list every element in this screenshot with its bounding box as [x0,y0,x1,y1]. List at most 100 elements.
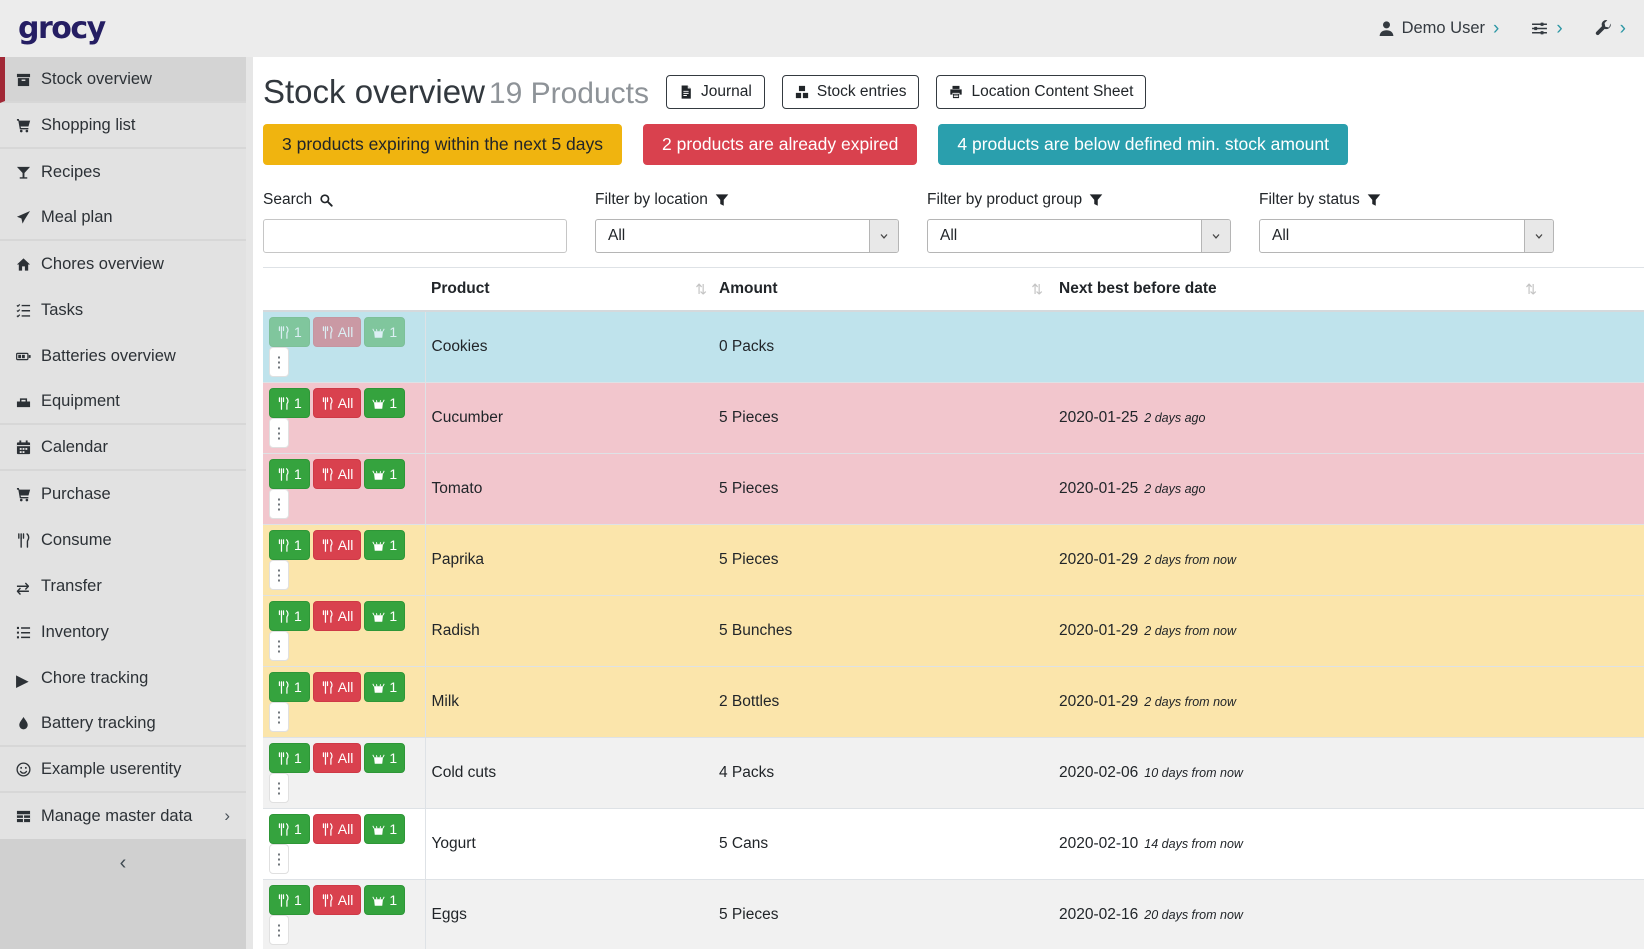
consume-all-button[interactable]: All [313,814,362,844]
row-menu-button[interactable]: ⋮ [269,773,289,803]
sidebar-item-battery-tracking[interactable]: Battery tracking [0,701,246,747]
product-amount: 5 Bunches [713,596,1053,667]
sidebar-item-example-userentity[interactable]: Example userentity [0,747,246,793]
consume-one-button[interactable]: 1 [269,743,310,773]
location-select[interactable]: All [595,219,899,253]
amount-column-header[interactable]: Amount⇅ [713,268,1053,312]
product-column-header[interactable]: Product⇅ [425,268,713,312]
due-relative: 2 days from now [1144,695,1236,709]
status-filter: Filter by status All [1259,191,1554,253]
row-menu-button[interactable]: ⋮ [269,702,289,732]
settings-menu[interactable]: › [1531,19,1562,38]
consume-one-button[interactable]: 1 [269,388,310,418]
sidebar-item-label: Stock overview [41,70,230,89]
chevron-right-icon: › [1620,19,1626,38]
chevron-right-icon: › [1493,19,1499,38]
product-row-milk: 1All1⋮Milk2 Bottles2020-01-292 days from… [263,667,1644,738]
consume-one-button[interactable]: 1 [269,814,310,844]
sidebar-item-calendar[interactable]: Calendar [0,425,246,471]
product-amount: 5 Pieces [713,454,1053,525]
product-name: Radish [425,596,713,667]
consume-one-button[interactable]: 1 [269,530,310,560]
consume-all-button[interactable]: All [313,743,362,773]
sidebar-item-shopping-list[interactable]: Shopping list [0,103,246,149]
journal-button[interactable]: Journal [666,75,765,109]
status-banner-2[interactable]: 4 products are below defined min. stock … [938,124,1348,165]
status-banner-1[interactable]: 2 products are already expired [643,124,917,165]
consume-one-button[interactable]: 1 [269,885,310,915]
grocy-logo[interactable]: grocy [18,11,105,46]
consume-one-button[interactable]: 1 [269,459,310,489]
file-icon [679,85,693,99]
chevron-left-icon: ‹ [120,852,127,874]
sidebar-item-meal-plan[interactable]: Meal plan [0,195,246,241]
consume-one-button[interactable]: 1 [269,601,310,631]
row-menu-button[interactable]: ⋮ [269,489,289,519]
sidebar-item-consume[interactable]: Consume [0,517,246,563]
product-amount: 5 Cans [713,809,1053,880]
mark-opened-button[interactable]: 1 [364,743,405,773]
sidebar-item-transfer[interactable]: ⇄Transfer [0,563,246,609]
row-menu-button[interactable]: ⋮ [269,347,289,377]
sidebar-item-inventory[interactable]: Inventory [0,609,246,655]
mark-opened-button[interactable]: 1 [364,885,405,915]
date-column-header[interactable]: Next best before date⇅ [1053,268,1644,312]
consume-all-button[interactable]: All [313,530,362,560]
admin-menu[interactable]: › [1595,19,1626,38]
consume-all-button[interactable]: All [313,459,362,489]
stock-entries-button[interactable]: Stock entries [782,75,920,109]
location-filter-label: Filter by location [595,191,899,209]
sidebar-item-recipes[interactable]: Recipes [0,149,246,195]
row-menu-button[interactable]: ⋮ [269,560,289,590]
product-row-radish: 1All1⋮Radish5 Bunches2020-01-292 days fr… [263,596,1644,667]
row-menu-button[interactable]: ⋮ [269,915,289,945]
user-menu[interactable]: Demo User › [1378,19,1500,38]
product-name: Cold cuts [425,738,713,809]
utensils-icon [321,610,334,623]
box-icon [16,72,31,87]
chevron-down-icon [1533,230,1545,242]
page-title: Stock overview19 Products [263,73,649,111]
cocktail-icon [16,165,31,180]
consume-one-button[interactable]: 1 [269,672,310,702]
sidebar-item-equipment[interactable]: Equipment [0,379,246,425]
sidebar-item-stock-overview[interactable]: Stock overview [0,57,246,103]
product-group-select[interactable]: All [927,219,1231,253]
due-relative: 2 days ago [1144,411,1205,425]
mark-opened-button[interactable]: 1 [364,530,405,560]
consume-all-button[interactable]: All [313,885,362,915]
sidebar-item-label: Equipment [41,392,230,411]
mark-opened-button[interactable]: 1 [364,317,405,347]
mark-opened-button[interactable]: 1 [364,388,405,418]
sidebar-item-purchase[interactable]: Purchase [0,471,246,517]
sidebar-item-label: Batteries overview [41,347,230,366]
search-input[interactable] [263,219,567,253]
mark-opened-button[interactable]: 1 [364,459,405,489]
status-banner-0[interactable]: 3 products expiring within the next 5 da… [263,124,622,165]
consume-all-button[interactable]: All [313,388,362,418]
consume-all-button[interactable]: All [313,601,362,631]
best-before-date: 2020-01-252 days ago [1053,383,1644,454]
sidebar-item-manage-master-data[interactable]: Manage master data› [0,793,246,839]
row-menu-button[interactable]: ⋮ [269,844,289,874]
status-select[interactable]: All [1259,219,1554,253]
location-content-sheet-button[interactable]: Location Content Sheet [936,75,1146,109]
consume-one-button[interactable]: 1 [269,317,310,347]
sidebar-item-batteries-overview[interactable]: Batteries overview [0,333,246,379]
row-menu-button[interactable]: ⋮ [269,418,289,448]
wrench-icon [1595,20,1612,37]
row-menu-button[interactable]: ⋮ [269,631,289,661]
sidebar-collapse-button[interactable]: ‹ [0,839,246,949]
search-label: Search [263,191,567,209]
consume-all-button[interactable]: All [313,672,362,702]
sidebar-item-chores-overview[interactable]: Chores overview [0,241,246,287]
mark-opened-button[interactable]: 1 [364,601,405,631]
sidebar-item-tasks[interactable]: Tasks [0,287,246,333]
sidebar-menu: Stock overview Shopping listRecipesMeal p… [0,57,246,839]
stock-table: Product⇅ Amount⇅ Next best before date⇅ … [263,267,1644,949]
mark-opened-button[interactable]: 1 [364,814,405,844]
mark-opened-button[interactable]: 1 [364,672,405,702]
sidebar-item-chore-tracking[interactable]: ▶Chore tracking [0,655,246,701]
utensils-icon [321,681,334,694]
consume-all-button[interactable]: All [313,317,362,347]
